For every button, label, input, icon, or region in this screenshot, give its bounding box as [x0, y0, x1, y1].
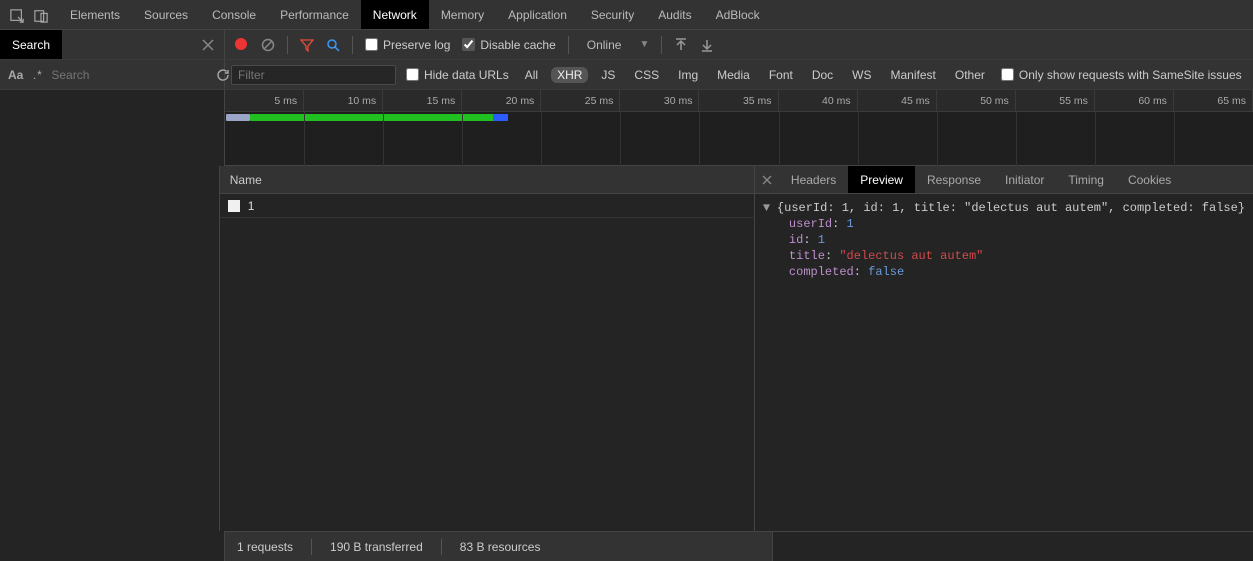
waterfall-tick: 45 ms	[858, 90, 937, 111]
samesite-label: Only show requests with SameSite issues	[1019, 68, 1242, 82]
preview-property: completed: false	[763, 264, 1245, 280]
main-tab-elements[interactable]: Elements	[58, 0, 132, 29]
requests-column-header[interactable]: Name	[220, 166, 754, 194]
detail-tab-timing[interactable]: Timing	[1056, 166, 1116, 193]
preserve-log-checkbox[interactable]: Preserve log	[365, 38, 450, 52]
status-transferred: 190 B transferred	[330, 540, 423, 554]
search-drawer-header: Search	[0, 30, 225, 59]
hide-data-urls-label: Hide data URLs	[424, 68, 509, 82]
hide-data-urls-checkbox[interactable]: Hide data URLs	[406, 68, 509, 82]
regex-icon[interactable]: .*	[33, 68, 41, 82]
devtools-main-tabs: ElementsSourcesConsolePerformanceNetwork…	[0, 0, 1253, 30]
type-filter-ws[interactable]: WS	[846, 67, 877, 83]
upload-har-icon[interactable]	[674, 38, 688, 52]
network-toolbar: Preserve log Disable cache Online ▼	[225, 30, 1253, 59]
search-input[interactable]	[51, 68, 206, 82]
type-filter-js[interactable]: JS	[595, 67, 621, 83]
samesite-checkbox[interactable]: Only show requests with SameSite issues	[1001, 68, 1242, 82]
waterfall-tick: 55 ms	[1016, 90, 1095, 111]
download-har-icon[interactable]	[700, 38, 714, 52]
main-tab-memory[interactable]: Memory	[429, 0, 496, 29]
waterfall-tick: 10 ms	[304, 90, 383, 111]
status-bar: 1 requests 190 B transferred 83 B resour…	[0, 531, 1253, 561]
main-tab-console[interactable]: Console	[200, 0, 268, 29]
file-icon	[228, 200, 240, 212]
main-tab-sources[interactable]: Sources	[132, 0, 200, 29]
waterfall-tick: 30 ms	[620, 90, 699, 111]
main-tab-adblock[interactable]: AdBlock	[704, 0, 772, 29]
main-tab-performance[interactable]: Performance	[268, 0, 361, 29]
waterfall-tick: 20 ms	[462, 90, 541, 111]
disable-cache-label: Disable cache	[480, 38, 555, 52]
request-name: 1	[248, 199, 255, 213]
waterfall-tick: 15 ms	[383, 90, 462, 111]
waterfall-tick: 40 ms	[779, 90, 858, 111]
search-icon[interactable]	[326, 38, 340, 52]
preserve-log-label: Preserve log	[383, 38, 450, 52]
detail-tab-headers[interactable]: Headers	[779, 166, 848, 193]
clear-icon[interactable]	[261, 38, 275, 52]
preview-property: id: 1	[763, 232, 1245, 248]
filter-icon[interactable]	[300, 38, 314, 52]
requests-pane: Name 1	[220, 166, 755, 531]
type-filter-xhr[interactable]: XHR	[551, 67, 588, 83]
type-filter-doc[interactable]: Doc	[806, 67, 839, 83]
search-results-body	[0, 166, 220, 531]
main-tab-application[interactable]: Application	[496, 0, 579, 29]
waterfall-tick: 5 ms	[225, 90, 304, 111]
type-filter-manifest[interactable]: Manifest	[885, 67, 942, 83]
record-icon[interactable]	[235, 38, 249, 52]
disable-cache-checkbox[interactable]: Disable cache	[462, 38, 555, 52]
waterfall-tick: 25 ms	[541, 90, 620, 111]
main-tab-audits[interactable]: Audits	[646, 0, 703, 29]
main-tab-security[interactable]: Security	[579, 0, 646, 29]
inspect-icon[interactable]	[10, 8, 24, 22]
filter-bar: Hide data URLs All XHR JS CSS Img Media Font Do…	[225, 60, 1253, 89]
filter-input[interactable]	[231, 65, 396, 85]
detail-tab-cookies[interactable]: Cookies	[1116, 166, 1183, 193]
search-results-empty	[0, 90, 225, 166]
status-resources: 83 B resources	[460, 540, 541, 554]
preview-summary: {userId: 1, id: 1, title: "delectus aut …	[777, 201, 1245, 215]
search-input-row: Aa .*	[0, 60, 225, 89]
search-drawer-title: Search	[0, 30, 62, 59]
type-filter-css[interactable]: CSS	[628, 67, 665, 83]
preview-property: userId: 1	[763, 216, 1245, 232]
throttling-select[interactable]: Online	[581, 38, 628, 52]
type-filter-font[interactable]: Font	[763, 67, 799, 83]
main-tab-network[interactable]: Network	[361, 0, 429, 29]
close-details-icon[interactable]	[755, 166, 779, 193]
close-icon[interactable]	[192, 39, 224, 51]
type-filter-other[interactable]: Other	[949, 67, 991, 83]
preview-property: title: "delectus aut autem"	[763, 248, 1245, 264]
waterfall-overview[interactable]: 5 ms10 ms15 ms20 ms25 ms30 ms35 ms40 ms4…	[225, 90, 1253, 166]
type-filter-all[interactable]: All	[519, 67, 544, 83]
match-case-icon[interactable]: Aa	[8, 68, 23, 82]
status-requests: 1 requests	[237, 540, 293, 554]
request-row[interactable]: 1	[220, 194, 754, 218]
detail-tab-response[interactable]: Response	[915, 166, 993, 193]
detail-tab-initiator[interactable]: Initiator	[993, 166, 1056, 193]
preview-body[interactable]: ▼ {userId: 1, id: 1, title: "delectus aut…	[755, 194, 1253, 531]
device-toggle-icon[interactable]	[34, 8, 48, 22]
detail-tab-preview[interactable]: Preview	[848, 166, 915, 193]
waterfall-tick: 35 ms	[699, 90, 778, 111]
request-details-pane: HeadersPreviewResponseInitiatorTimingCoo…	[755, 166, 1253, 531]
waterfall-tick: 60 ms	[1095, 90, 1174, 111]
waterfall-tick: 50 ms	[937, 90, 1016, 111]
disclosure-triangle-icon[interactable]: ▼	[763, 200, 773, 216]
type-filter-media[interactable]: Media	[711, 67, 756, 83]
type-filter-img[interactable]: Img	[672, 67, 704, 83]
waterfall-tick: 65 ms	[1174, 90, 1253, 111]
chevron-down-icon[interactable]: ▼	[639, 39, 649, 50]
